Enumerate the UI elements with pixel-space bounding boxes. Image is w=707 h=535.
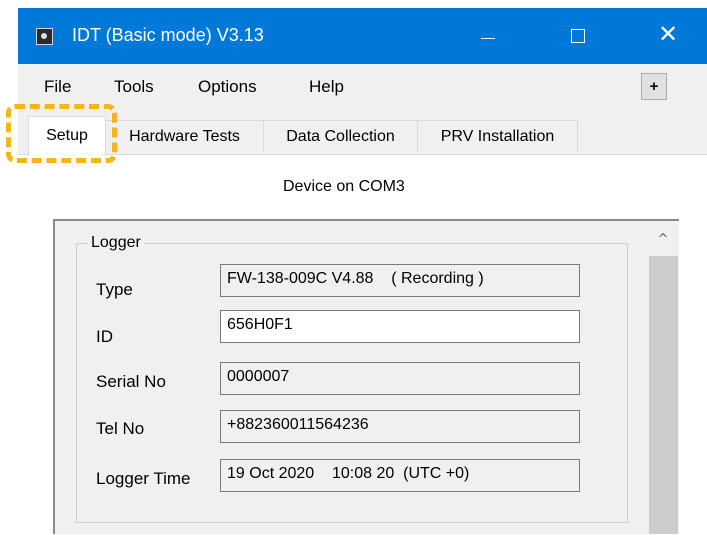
serial-no-label: Serial No xyxy=(96,372,166,391)
tab-prv-installation-label: PRV Installation xyxy=(440,128,555,145)
type-label: Type xyxy=(96,280,133,299)
tel-no-label: Tel No xyxy=(96,419,145,438)
add-button[interactable]: + xyxy=(641,73,667,100)
logger-time-field: 19 Oct 2020 10:08 20 (UTC +0) xyxy=(220,459,580,492)
logger-time-label: Logger Time xyxy=(96,469,191,488)
setup-tab-highlight xyxy=(6,104,117,163)
tab-hardware-tests[interactable]: Hardware Tests xyxy=(105,120,264,152)
id-label: ID xyxy=(96,327,113,346)
maximize-button[interactable] xyxy=(551,8,603,64)
tab-data-collection[interactable]: Data Collection xyxy=(263,120,418,152)
title-bar: IDT (Basic mode) V3.13 ✕ xyxy=(18,8,707,64)
scroll-up-arrow-icon[interactable]: ^ xyxy=(647,229,679,251)
menu-tools[interactable]: Tools xyxy=(114,77,154,97)
minimize-button[interactable] xyxy=(461,8,513,64)
device-label: Device on COM3 xyxy=(283,178,405,195)
close-icon: ✕ xyxy=(658,20,679,48)
tab-prv-installation[interactable]: PRV Installation xyxy=(417,120,578,152)
type-field: FW-138-009C V4.88 ( Recording ) xyxy=(220,264,580,297)
window-title: IDT (Basic mode) V3.13 xyxy=(72,25,264,45)
tab-hardware-tests-label: Hardware Tests xyxy=(129,128,240,145)
menu-help[interactable]: Help xyxy=(309,77,344,97)
logger-group-label: Logger xyxy=(88,234,144,252)
menu-file[interactable]: File xyxy=(44,77,71,97)
id-field[interactable]: 656H0F1 xyxy=(220,310,580,343)
tab-data-collection-label: Data Collection xyxy=(286,128,395,145)
tel-no-field: +882360011564236 xyxy=(220,410,580,443)
serial-no-field: 0000007 xyxy=(220,362,580,395)
menu-options[interactable]: Options xyxy=(198,77,257,97)
scrollbar-thumb[interactable] xyxy=(649,256,678,534)
app-icon[interactable] xyxy=(36,28,53,45)
close-button[interactable]: ✕ xyxy=(642,8,694,64)
